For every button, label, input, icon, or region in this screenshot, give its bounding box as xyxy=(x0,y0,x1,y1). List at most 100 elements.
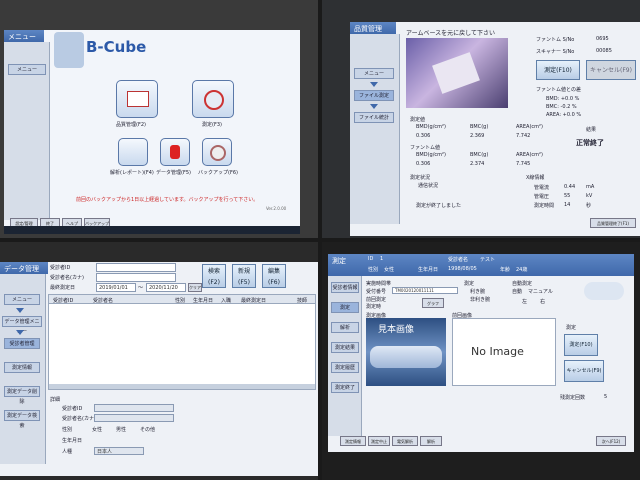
patient-name-input[interactable] xyxy=(96,273,176,282)
sex-label: 性別 xyxy=(368,267,379,273)
col-sex: 性別 xyxy=(175,298,186,304)
measure-icon[interactable] xyxy=(192,80,234,118)
hand-nondominant[interactable]: 非利き腕 xyxy=(470,296,490,303)
hand-dominant[interactable]: 利き腕 xyxy=(470,288,485,295)
bmd-header: BMD(g/cm²) xyxy=(416,124,446,130)
patient-id-input[interactable] xyxy=(96,263,176,272)
footer-elec-analysis[interactable]: 電気解析 xyxy=(392,436,418,446)
measurement-photo: 測定 ID 1 受診者名 テスト 性別 女性 生年月日 1998/08/05 年… xyxy=(322,242,640,480)
side-menu-item[interactable]: メニュー xyxy=(4,294,40,305)
side-history[interactable]: 測定履歴 xyxy=(331,362,359,373)
measure-section-label: 測定 xyxy=(566,325,577,331)
next-button[interactable]: 次へ(F12) xyxy=(596,436,626,446)
no-image-panel: No Image xyxy=(452,318,556,386)
meas-title: 測定 xyxy=(332,257,346,265)
facility-label: 実施時間帯 xyxy=(366,281,392,287)
data-management-photo: データ管理 メニュー データ管理メニュー 受診者管理 測定情報 測定データ削除 … xyxy=(0,242,318,480)
footer-analysis[interactable]: 解析 xyxy=(420,436,442,446)
side-dm-menu[interactable]: データ管理メニュー xyxy=(2,316,42,335)
side-finish[interactable]: 測定終了 xyxy=(331,382,359,393)
side-right[interactable]: 右 xyxy=(540,298,545,305)
side-meas-delete[interactable]: 測定データ削除 xyxy=(4,386,40,405)
col-birth: 生年月日 xyxy=(193,298,214,304)
side-menu-item[interactable]: メニュー xyxy=(8,64,46,75)
backup-label: バックアップ(F6) xyxy=(198,170,238,176)
measure-label: 測定(F3) xyxy=(202,122,222,128)
graph-button[interactable]: グラフ xyxy=(422,298,444,308)
date-from-input[interactable]: 2019/01/01 xyxy=(96,283,136,292)
measure-button[interactable]: 測定(F10) xyxy=(564,334,598,356)
data-management-icon[interactable] xyxy=(160,138,190,166)
phantom-label: ファントム値 xyxy=(410,145,441,151)
analysis-report-icon[interactable] xyxy=(118,138,148,166)
version-label: Ver.2.0.00 xyxy=(266,206,287,211)
qc-finish-key[interactable]: 品質管理終了(F1) xyxy=(590,218,636,228)
date-to-input[interactable]: 2020/11/20 xyxy=(146,283,186,292)
bmc-header: BMC(g) xyxy=(470,124,489,130)
side-meas-info[interactable]: 測定情報 xyxy=(4,362,40,373)
quality-control-icon[interactable] xyxy=(116,80,158,118)
new-button[interactable]: 新規(F5) xyxy=(232,264,256,288)
name-value: テスト xyxy=(480,257,496,263)
detail-birth-label: 生年月日 xyxy=(62,438,83,444)
tube-voltage-unit: kV xyxy=(586,193,593,199)
remaining-label: 残測定回数 xyxy=(560,395,586,401)
side-menu-item[interactable]: メニュー xyxy=(354,68,394,79)
down-arrow-icon xyxy=(370,104,378,109)
sex-female[interactable]: 女性 xyxy=(92,426,102,433)
side-analysis[interactable]: 解析 xyxy=(331,322,359,333)
phantom-area-header: AREA(cm²) xyxy=(516,152,543,158)
scanner-sn-value: 00085 xyxy=(596,48,612,54)
taskbar xyxy=(4,226,300,234)
side-panel: 受診者情報 測定 解析 測定結果 測定履歴 測定終了 xyxy=(328,276,362,436)
meas-time-label: 測定時間 xyxy=(534,203,555,209)
side-result[interactable]: 測定結果 xyxy=(331,342,359,353)
phantom-area: 7.745 xyxy=(516,161,531,167)
side-meas-search[interactable]: 測定データ検索 xyxy=(4,410,40,429)
app-logo: B-Cube xyxy=(86,38,147,56)
sex-other[interactable]: その他 xyxy=(140,426,155,433)
no-image-text: No Image xyxy=(471,345,524,358)
table-scrollbar[interactable] xyxy=(49,384,315,389)
meas-bmd: 0.306 xyxy=(416,133,431,139)
footer-meas-stop[interactable]: 測定中止 xyxy=(368,436,390,446)
clear-button[interactable]: クリア xyxy=(188,283,202,292)
col-join: 入職 xyxy=(221,298,232,304)
backup-icon[interactable] xyxy=(202,138,232,166)
quality-control-photo: 品質管理 メニュー ファイル測定 ファイル統計 アームベースを元に戻して下さい … xyxy=(322,0,640,238)
side-file-stats[interactable]: ファイル統計 xyxy=(354,112,394,123)
remaining-value: 5 xyxy=(604,394,608,400)
side-panel: メニュー xyxy=(4,42,50,220)
instruction-text: アームベースを元に戻して下さい xyxy=(406,30,495,37)
phantom-diff-label: ファントム値との差 xyxy=(536,87,581,93)
age-value: 24歳 xyxy=(516,267,528,273)
mode-auto[interactable]: 自動 xyxy=(512,288,522,295)
area-header: AREA(cm²) xyxy=(516,124,543,130)
side-panel: メニュー ファイル測定 ファイル統計 xyxy=(350,34,400,224)
main-menu-screen: メニュー メニュー B-Cube 品質管理(F2) 測定(F3) 解析(レポート… xyxy=(4,30,300,234)
side-patient-manage[interactable]: 受診者管理 xyxy=(4,338,40,349)
phantom-camera-image xyxy=(406,38,508,108)
main-menu-photo: メニュー メニュー B-Cube 品質管理(F2) 測定(F3) 解析(レポート… xyxy=(0,0,318,238)
scanner-sn-label: スキャナー S/No xyxy=(536,49,575,55)
mode-manual[interactable]: マニュアル xyxy=(528,288,553,295)
search-button[interactable]: 検索(F2) xyxy=(202,264,226,288)
patient-name-label: 受診者名(カナ) xyxy=(50,275,84,281)
backup-warning: 前回のバックアップから1日以上経過しています。バックアップを行って下さい。 xyxy=(76,197,259,203)
detail-id-field xyxy=(94,404,174,412)
measured-label: 測定値 xyxy=(410,117,426,123)
side-file-measure[interactable]: ファイル測定 xyxy=(354,90,394,101)
sex-male[interactable]: 男性 xyxy=(116,426,126,433)
side-measure[interactable]: 測定 xyxy=(331,302,359,313)
status-value: 通信状況 xyxy=(418,183,439,189)
footer-meas-info[interactable]: 測定情報 xyxy=(340,436,366,446)
cancel-button[interactable]: キャンセル(F9) xyxy=(586,60,636,80)
side-patient-info[interactable]: 受診者情報 xyxy=(331,282,359,293)
col-id: 受診者ID xyxy=(53,298,74,304)
edit-button[interactable]: 編集(F6) xyxy=(262,264,286,288)
age-label: 年齢 xyxy=(500,267,511,273)
cancel-button[interactable]: キャンセル(F9) xyxy=(564,360,604,382)
side-left[interactable]: 左 xyxy=(522,298,527,305)
result-value: 正常終了 xyxy=(576,139,604,147)
measure-button[interactable]: 測定(F10) xyxy=(536,60,580,80)
